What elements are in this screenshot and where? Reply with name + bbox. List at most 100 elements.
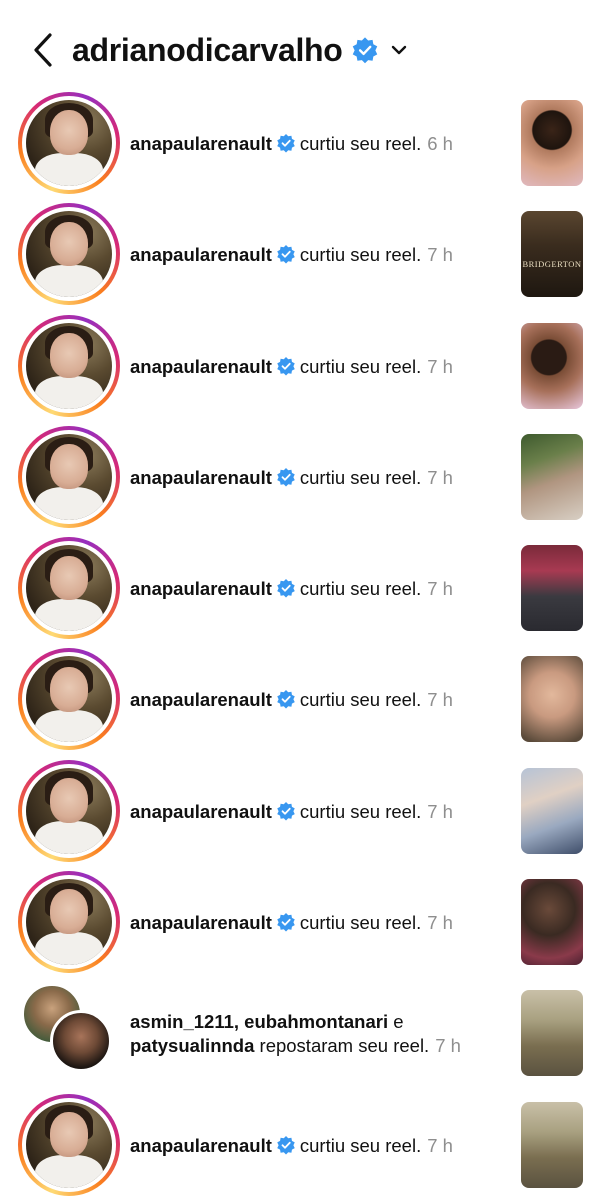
activity-row[interactable]: anapaularenault curtiu seu reel. 7 h BRID… xyxy=(0,199,607,310)
story-avatar[interactable] xyxy=(18,537,120,640)
avatar-face xyxy=(50,221,88,267)
activity-text: anapaularenault curtiu seu reel. 7 h xyxy=(130,311,510,422)
activity-row[interactable]: anapaularenault curtiu seu reel. 7 h xyxy=(0,533,607,644)
avatar-photo xyxy=(26,767,112,854)
avatar-border xyxy=(22,318,116,413)
activity-row[interactable]: anapaularenault curtiu seu reel. 6 h xyxy=(0,88,607,199)
avatar-shirt xyxy=(34,375,104,409)
username-link[interactable]: anapaularenault xyxy=(130,801,272,822)
reel-thumbnail[interactable] xyxy=(521,767,583,854)
reel-thumbnail[interactable] xyxy=(521,990,583,1077)
story-avatar[interactable] xyxy=(18,871,120,974)
back-button[interactable] xyxy=(28,30,60,70)
story-avatar[interactable] xyxy=(18,425,120,528)
activity-line: anapaularenault curtiu seu reel. 7 h xyxy=(130,1134,453,1157)
activity-line: asmin_1211, eubahmontanari e xyxy=(130,1010,461,1034)
action-text: curtiu seu reel. xyxy=(299,689,422,711)
username-link[interactable]: anapaularenault xyxy=(130,356,272,377)
avatar-face xyxy=(50,778,88,823)
activity-line: anapaularenault curtiu seu reel. 7 h xyxy=(130,243,453,266)
avatar-face xyxy=(50,110,88,156)
reel-thumbnail[interactable]: BRIDGERTON xyxy=(521,211,583,298)
username-link[interactable]: anapaularenault xyxy=(130,244,272,265)
activity-line: patysualinnda repostaram seu reel. 7 h xyxy=(130,1034,461,1058)
avatar-photo xyxy=(26,322,112,409)
username-link[interactable]: patysualinnda xyxy=(130,1035,254,1056)
avatar-border xyxy=(22,96,116,190)
action-text: curtiu seu reel. xyxy=(299,912,422,934)
avatar-photo xyxy=(26,545,112,632)
activity-row[interactable]: anapaularenault curtiu seu reel. 7 h xyxy=(0,867,607,978)
avatar-border xyxy=(22,652,116,747)
timestamp: 7 h xyxy=(427,1134,453,1156)
reel-thumbnail[interactable] xyxy=(521,656,583,743)
story-avatar[interactable] xyxy=(18,314,120,417)
chevron-left-icon xyxy=(34,33,52,67)
avatar-shirt xyxy=(34,821,104,854)
reel-thumbnail[interactable] xyxy=(521,1101,583,1188)
username-link[interactable]: anapaularenault xyxy=(130,1135,272,1156)
action-text: curtiu seu reel. xyxy=(299,466,422,488)
verified-badge-icon xyxy=(277,913,295,932)
username-link[interactable]: asmin_1211, eubahmontanari xyxy=(130,1011,388,1032)
conjunction-text: e xyxy=(393,1010,404,1032)
activity-line: anapaularenault curtiu seu reel. 7 h xyxy=(130,355,453,378)
avatar-shirt xyxy=(34,1154,104,1188)
avatar-face xyxy=(50,1111,88,1157)
group-avatars[interactable] xyxy=(22,984,122,1084)
reel-thumbnail[interactable] xyxy=(521,433,583,520)
avatar-photo xyxy=(26,879,112,966)
timestamp: 7 h xyxy=(427,578,453,600)
action-text: repostaram seu reel. xyxy=(259,1034,430,1056)
activity-lines: asmin_1211, eubahmontanari e patysualinn… xyxy=(130,1010,461,1058)
username-link[interactable]: anapaularenault xyxy=(130,578,272,599)
username-link[interactable]: anapaularenault xyxy=(130,133,272,154)
username-link[interactable]: anapaularenault xyxy=(130,912,272,933)
verified-badge-icon xyxy=(277,356,295,376)
avatar-photo xyxy=(26,656,112,743)
story-avatar[interactable] xyxy=(18,1093,120,1196)
verified-badge-icon xyxy=(277,690,295,709)
story-avatar[interactable] xyxy=(18,92,120,194)
avatar-shirt xyxy=(34,487,104,520)
timestamp: 7 h xyxy=(427,912,453,934)
avatar-shirt xyxy=(34,932,104,966)
timestamp: 7 h xyxy=(427,689,453,711)
avatar-shirt xyxy=(34,264,104,298)
reel-thumbnail[interactable] xyxy=(521,545,583,632)
activity-row[interactable]: anapaularenault curtiu seu reel. 7 h xyxy=(0,311,607,422)
avatar-photo xyxy=(26,433,112,520)
avatar-shirt xyxy=(34,709,104,743)
action-text: curtiu seu reel. xyxy=(299,800,422,822)
avatar-shirt xyxy=(34,598,104,632)
action-text: curtiu seu reel. xyxy=(299,578,422,600)
profile-title-switcher[interactable]: adrianodicarvalho xyxy=(72,26,409,74)
avatar-shirt xyxy=(34,153,104,186)
reel-thumbnail[interactable] xyxy=(521,100,583,186)
verified-badge-icon xyxy=(277,579,295,598)
activity-row[interactable]: anapaularenault curtiu seu reel. 7 h xyxy=(0,1090,607,1200)
activity-line: anapaularenault curtiu seu reel. 7 h xyxy=(130,688,453,711)
activity-text: anapaularenault curtiu seu reel. 7 h xyxy=(130,422,510,533)
story-avatar[interactable] xyxy=(18,203,120,306)
story-avatar[interactable] xyxy=(18,759,120,862)
username-link[interactable]: anapaularenault xyxy=(130,689,272,710)
action-text: curtiu seu reel. xyxy=(299,355,422,377)
activity-row[interactable]: asmin_1211, eubahmontanari e patysualinn… xyxy=(0,978,607,1089)
reel-thumbnail[interactable] xyxy=(521,879,583,966)
chevron-down-icon[interactable] xyxy=(389,40,409,60)
avatar-border xyxy=(22,541,116,636)
activity-list: anapaularenault curtiu seu reel. 6 h anap… xyxy=(0,88,607,1200)
activity-line: anapaularenault curtiu seu reel. 6 h xyxy=(130,132,453,155)
activity-row[interactable]: anapaularenault curtiu seu reel. 7 h xyxy=(0,644,607,755)
verified-badge-icon xyxy=(277,245,295,264)
story-avatar[interactable] xyxy=(18,648,120,751)
activity-row[interactable]: anapaularenault curtiu seu reel. 7 h xyxy=(0,422,607,533)
avatar-photo xyxy=(26,1101,112,1188)
reel-thumbnail[interactable] xyxy=(521,322,583,409)
username-link[interactable]: anapaularenault xyxy=(130,467,272,488)
activity-row[interactable]: anapaularenault curtiu seu reel. 7 h xyxy=(0,756,607,867)
verified-badge-icon xyxy=(352,37,377,64)
activity-line: anapaularenault curtiu seu reel. 7 h xyxy=(130,466,453,489)
activity-text: anapaularenault curtiu seu reel. 7 h xyxy=(130,867,510,978)
